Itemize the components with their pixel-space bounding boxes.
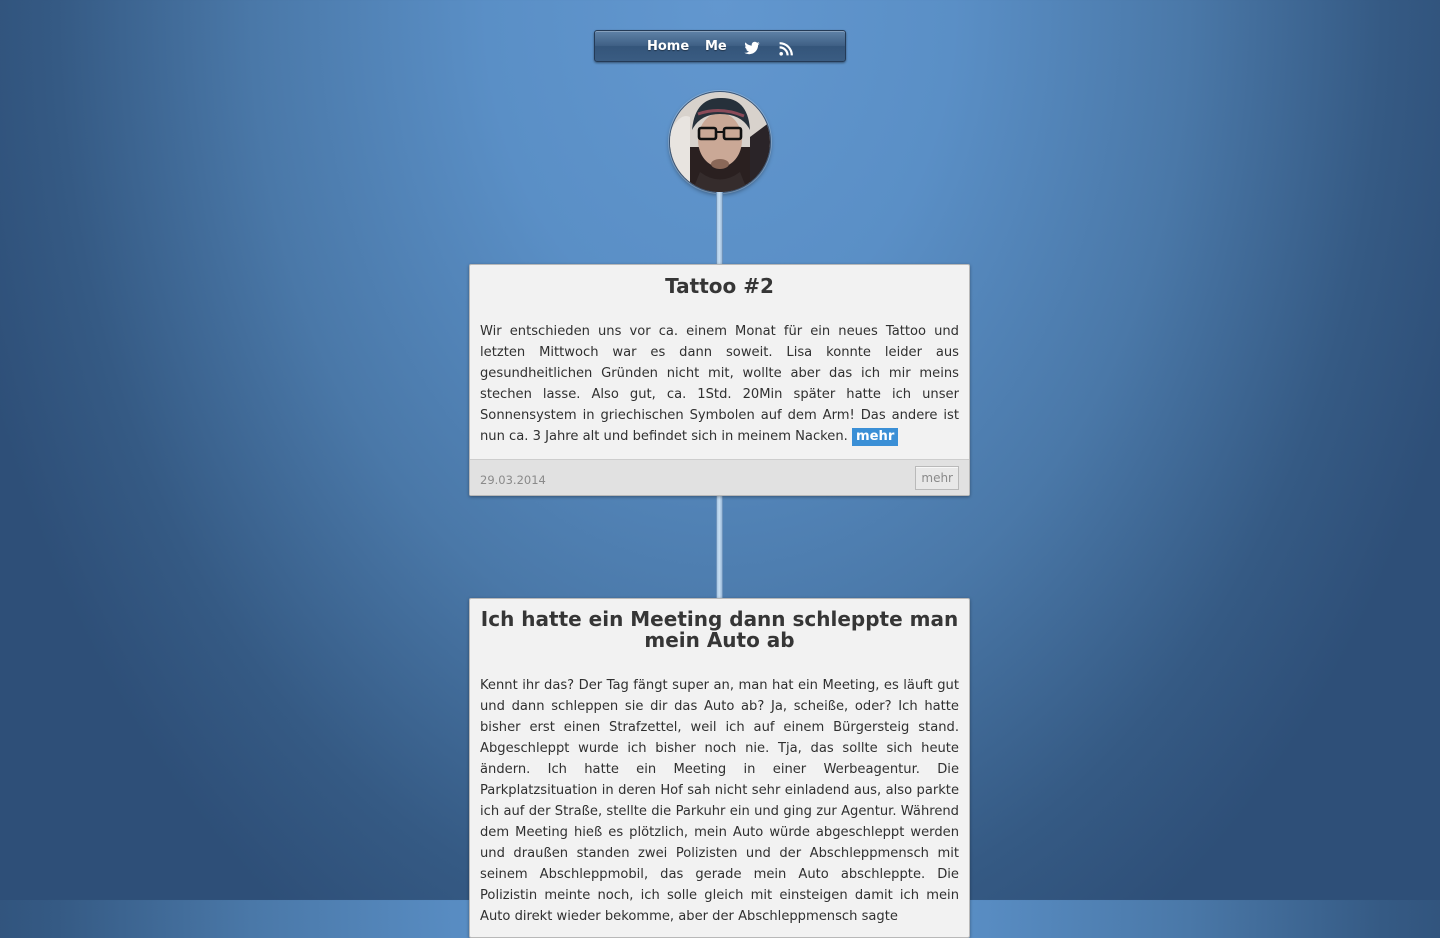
nav-me-link[interactable]: Me [705,31,727,61]
post-excerpt: Kennt ihr das? Der Tag fängt super an, m… [480,678,959,924]
post-footer: 29.03.2014 mehr [470,459,969,495]
twitter-icon[interactable] [744,40,760,56]
timeline-line [716,496,723,598]
post-date: 29.03.2014 [480,473,546,487]
post-title[interactable]: Ich hatte ein Meeting dann schleppte man… [470,609,969,651]
post-card: Ich hatte ein Meeting dann schleppte man… [469,598,970,938]
nav-home-link[interactable]: Home [647,31,689,61]
avatar[interactable] [669,91,771,193]
post-excerpt-text: Wir entschieden uns vor ca. einem Monat … [480,324,959,444]
post-excerpt: Wir entschieden uns vor ca. einem Monat … [470,321,969,447]
post-card: Tattoo #2 Wir entschieden uns vor ca. ei… [469,264,970,496]
read-more-link[interactable]: mehr [851,428,899,446]
post-title[interactable]: Tattoo #2 [470,276,969,297]
top-nav: Home Me [594,30,846,62]
read-more-button[interactable]: mehr [915,466,959,490]
timeline-line [716,192,723,264]
rss-icon[interactable] [779,41,795,57]
